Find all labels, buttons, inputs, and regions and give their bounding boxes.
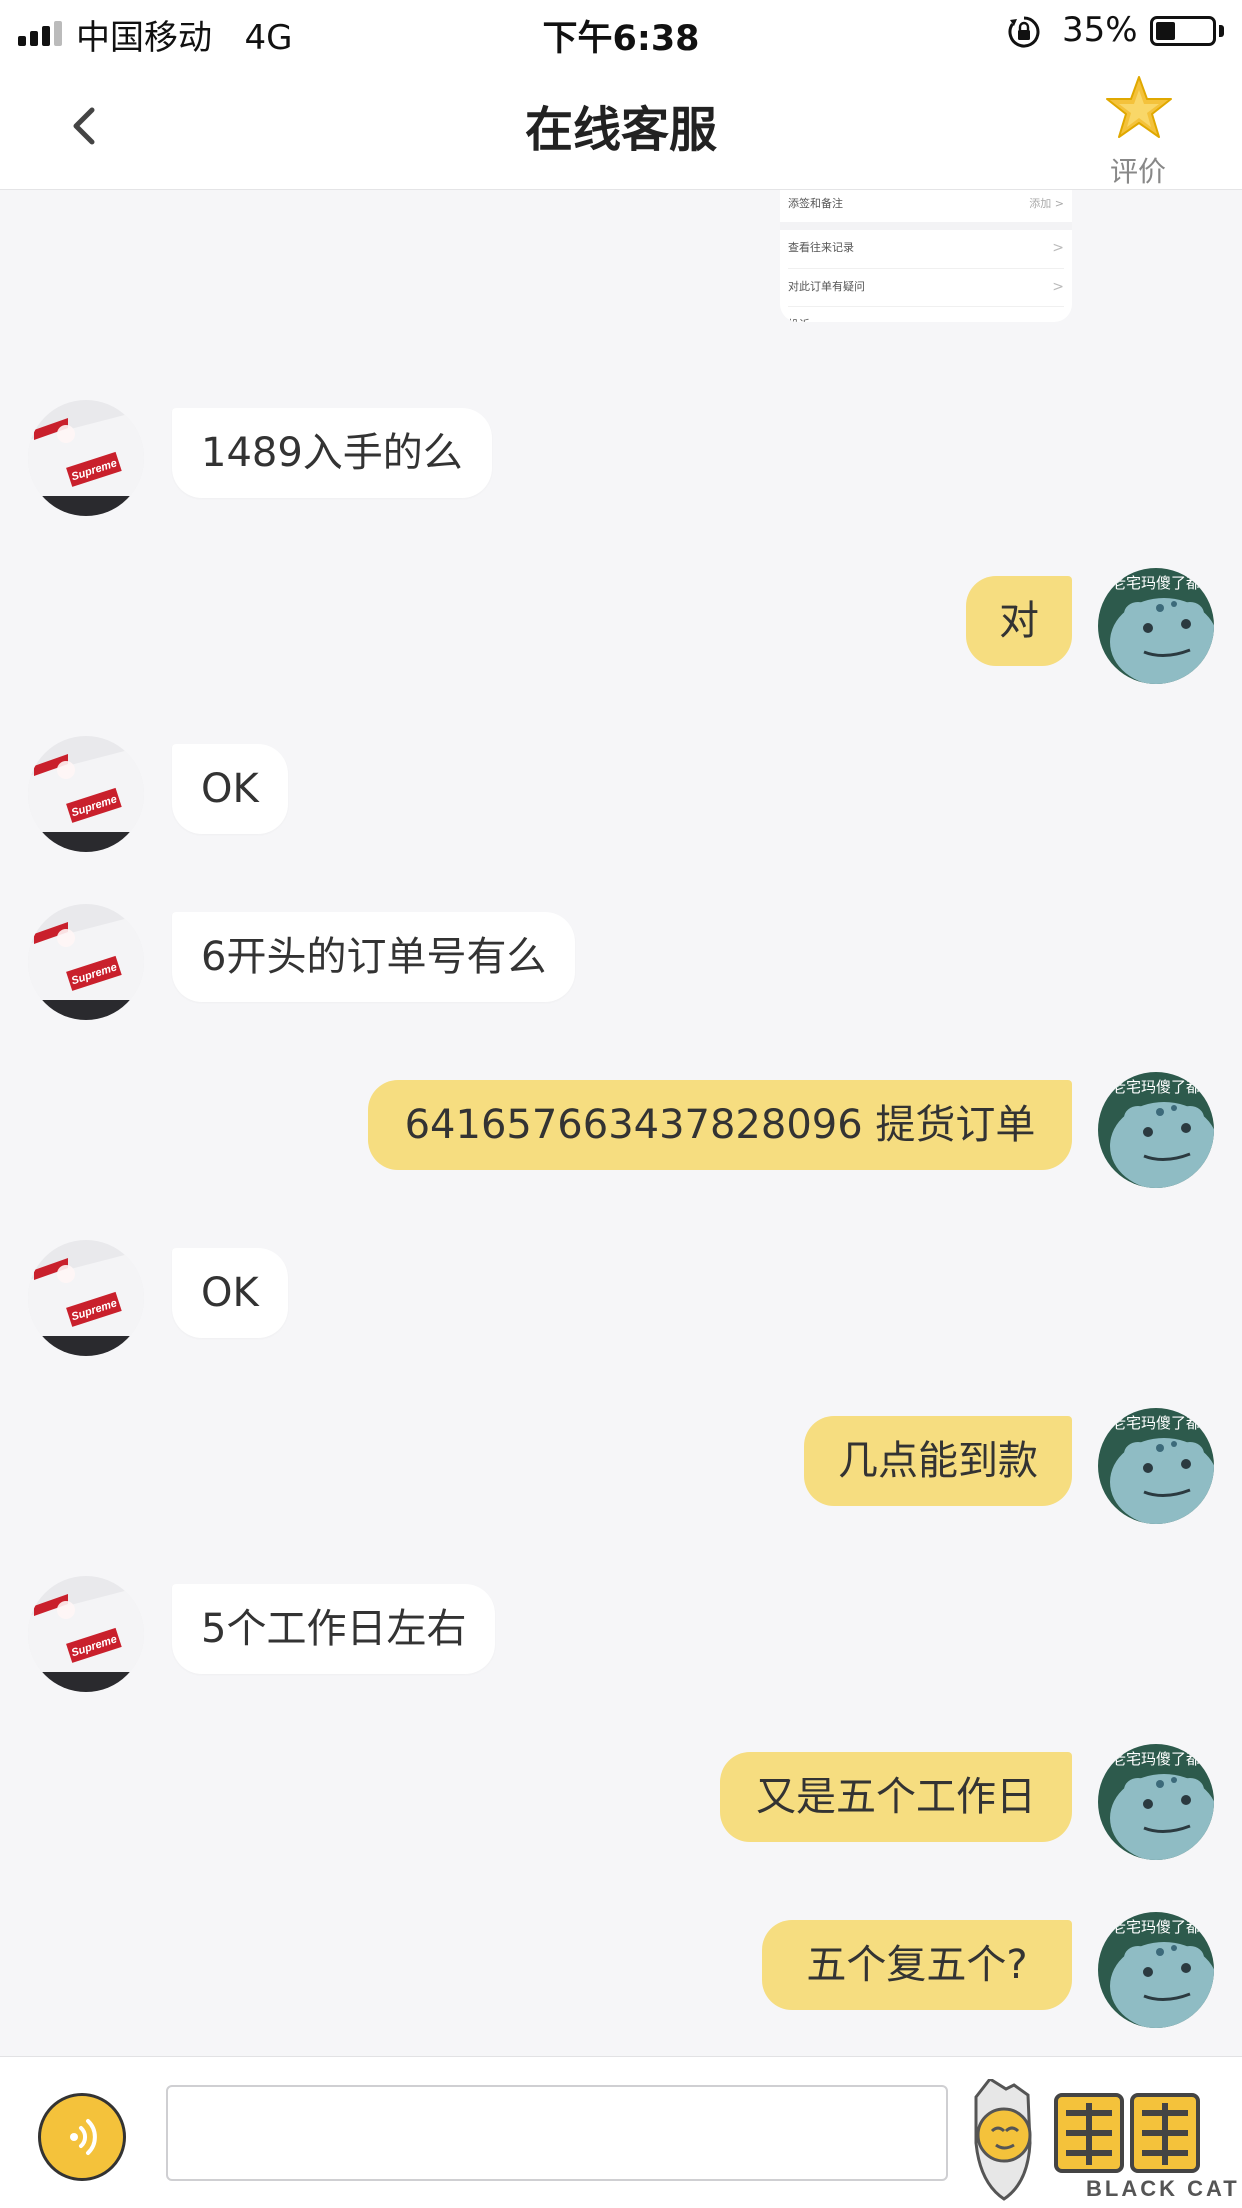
message-bubble-agent: OK [172, 1248, 288, 1338]
message-bubble-user: 又是五个工作日 [720, 1752, 1072, 1842]
message-bubble-agent: 6开头的订单号有么 [172, 912, 576, 1002]
rate-label: 评价 [1109, 155, 1166, 188]
rate-button[interactable]: 评价 [1090, 72, 1186, 188]
svg-text:老宅玛傻了都: 老宅玛傻了都 [1111, 1750, 1201, 1768]
message-bubble-agent: 5个工作日左右 [172, 1584, 496, 1674]
status-bar: 中国移动 4G 下午6:38 35% [0, 0, 1242, 62]
agent-avatar[interactable]: Supreme [28, 904, 144, 1020]
preview-row: 添签和备注 添加 > [788, 197, 1064, 210]
user-avatar[interactable]: 老宅玛傻了都 [1098, 1408, 1214, 1524]
voice-icon [70, 2119, 97, 2155]
agent-avatar[interactable]: Supreme [28, 1240, 144, 1356]
nav-bar: 在线客服 评价 [0, 62, 1242, 190]
svg-text:老宅玛傻了都: 老宅玛傻了都 [1111, 574, 1201, 592]
agent-avatar[interactable]: Supreme [28, 1576, 144, 1692]
screenshot-preview-image[interactable]: 添签和备注 添加 > 查看往来记录 > 对此订单有疑问 > 投诉 [780, 190, 1072, 322]
message-input[interactable] [166, 2085, 948, 2181]
message-bubble-user: 对 [966, 576, 1072, 666]
battery-cap [1219, 25, 1224, 37]
message-bubble-user: 五个复五个? [762, 1920, 1072, 2010]
message-bubble-agent: 1489入手的么 [172, 408, 492, 498]
battery-percent: 35% [1062, 10, 1138, 50]
watermark-text: BLACK CAT [1086, 2176, 1240, 2201]
battery-icon [1150, 16, 1216, 46]
status-time: 下午6:38 [542, 19, 700, 59]
svg-text:老宅玛傻了都: 老宅玛傻了都 [1111, 1918, 1201, 1936]
svg-text:老宅玛傻了都: 老宅玛傻了都 [1111, 1078, 1201, 1096]
user-avatar[interactable]: 老宅玛傻了都 [1098, 568, 1214, 684]
preview-row: 对此订单有疑问 > [788, 268, 1064, 304]
agent-avatar[interactable]: Supreme [28, 400, 144, 516]
user-avatar[interactable]: 老宅玛傻了都 [1098, 1072, 1214, 1188]
svg-text:老宅玛傻了都: 老宅玛傻了都 [1111, 1414, 1201, 1432]
preview-row: 查看往来记录 > [788, 240, 1064, 256]
message-bubble-agent: OK [172, 744, 288, 834]
agent-avatar[interactable]: Supreme [28, 736, 144, 852]
star-icon [1106, 76, 1172, 138]
page-title: 在线客服 [524, 102, 717, 158]
chat-area[interactable]: 添签和备注 添加 > 查看往来记录 > 对此订单有疑问 > 投诉 Supreme… [0, 190, 1242, 2056]
orientation-lock-icon [1008, 16, 1040, 48]
voice-button[interactable] [38, 2093, 126, 2181]
message-bubble-user: 几点能到款 [804, 1416, 1072, 1506]
preview-row: 投诉 [788, 306, 1064, 322]
input-bar [0, 2056, 1242, 2208]
user-avatar[interactable]: 老宅玛傻了都 [1098, 1912, 1214, 2028]
message-bubble-user: 641657663437828096 提货订单 [368, 1080, 1072, 1170]
user-avatar[interactable]: 老宅玛傻了都 [1098, 1744, 1214, 1860]
